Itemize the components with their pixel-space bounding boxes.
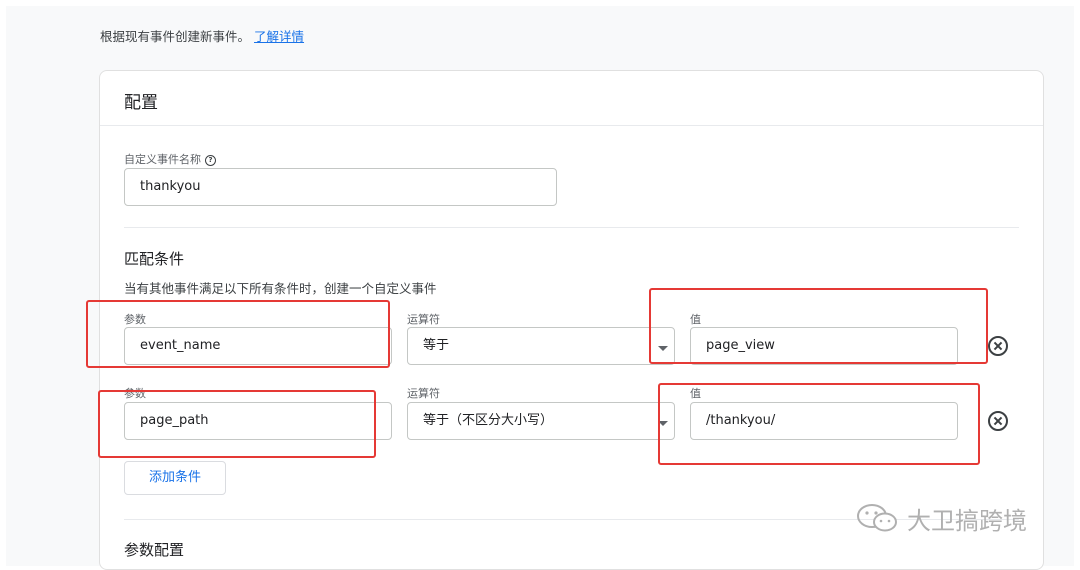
condition-2-param-input[interactable]: page_path <box>124 402 392 440</box>
matching-conditions-description: 当有其他事件满足以下所有条件时，创建一个自定义事件 <box>124 281 437 296</box>
condition-1-operator-value: 等于 <box>423 338 450 353</box>
param-config-title: 参数配置 <box>124 541 185 559</box>
learn-more-link[interactable]: 了解详情 <box>254 29 304 44</box>
condition-2-param-label: 参数 <box>124 387 146 400</box>
watermark: 大卫搞跨境 <box>855 500 1027 536</box>
condition-2-operator-select[interactable]: 等于（不区分大小写） <box>407 402 675 440</box>
intro-description: 根据现有事件创建新事件。 <box>100 29 251 44</box>
matching-conditions-title: 匹配条件 <box>124 250 185 268</box>
custom-event-name-input[interactable]: thankyou <box>124 168 557 206</box>
condition-1-operator-select[interactable]: 等于 <box>407 327 675 365</box>
dropdown-arrow-icon <box>658 346 668 351</box>
custom-event-name-label-text: 自定义事件名称 <box>124 153 201 166</box>
section-divider <box>124 227 1019 228</box>
wechat-icon <box>857 504 897 532</box>
condition-1-value-label: 值 <box>690 313 701 326</box>
remove-condition-2-icon[interactable] <box>988 411 1008 431</box>
watermark-text: 大卫搞跨境 <box>907 506 1027 535</box>
condition-2-value-label: 值 <box>690 387 701 400</box>
condition-2-operator-value: 等于（不区分大小写） <box>423 413 554 428</box>
config-title: 配置 <box>124 93 158 113</box>
condition-1-param-label: 参数 <box>124 313 146 326</box>
condition-2-operator-label: 运算符 <box>407 387 440 400</box>
condition-1-operator-label: 运算符 <box>407 313 440 326</box>
help-icon[interactable]: ? <box>205 154 216 166</box>
custom-event-name-label: 自定义事件名称? <box>124 151 216 167</box>
condition-1-value-input[interactable]: page_view <box>690 327 958 365</box>
dropdown-arrow-icon <box>658 421 668 426</box>
add-condition-button[interactable]: 添加条件 <box>124 461 226 495</box>
condition-1-param-input[interactable]: event_name <box>124 327 392 365</box>
condition-2-value-input[interactable]: /thankyou/ <box>690 402 958 440</box>
config-card: 配置 自定义事件名称? thankyou 匹配条件 当有其他事件满足以下所有条件… <box>99 70 1044 570</box>
config-title-divider <box>100 125 1043 126</box>
remove-condition-1-icon[interactable] <box>988 336 1008 356</box>
intro-text: 根据现有事件创建新事件。 了解详情 <box>100 26 304 45</box>
